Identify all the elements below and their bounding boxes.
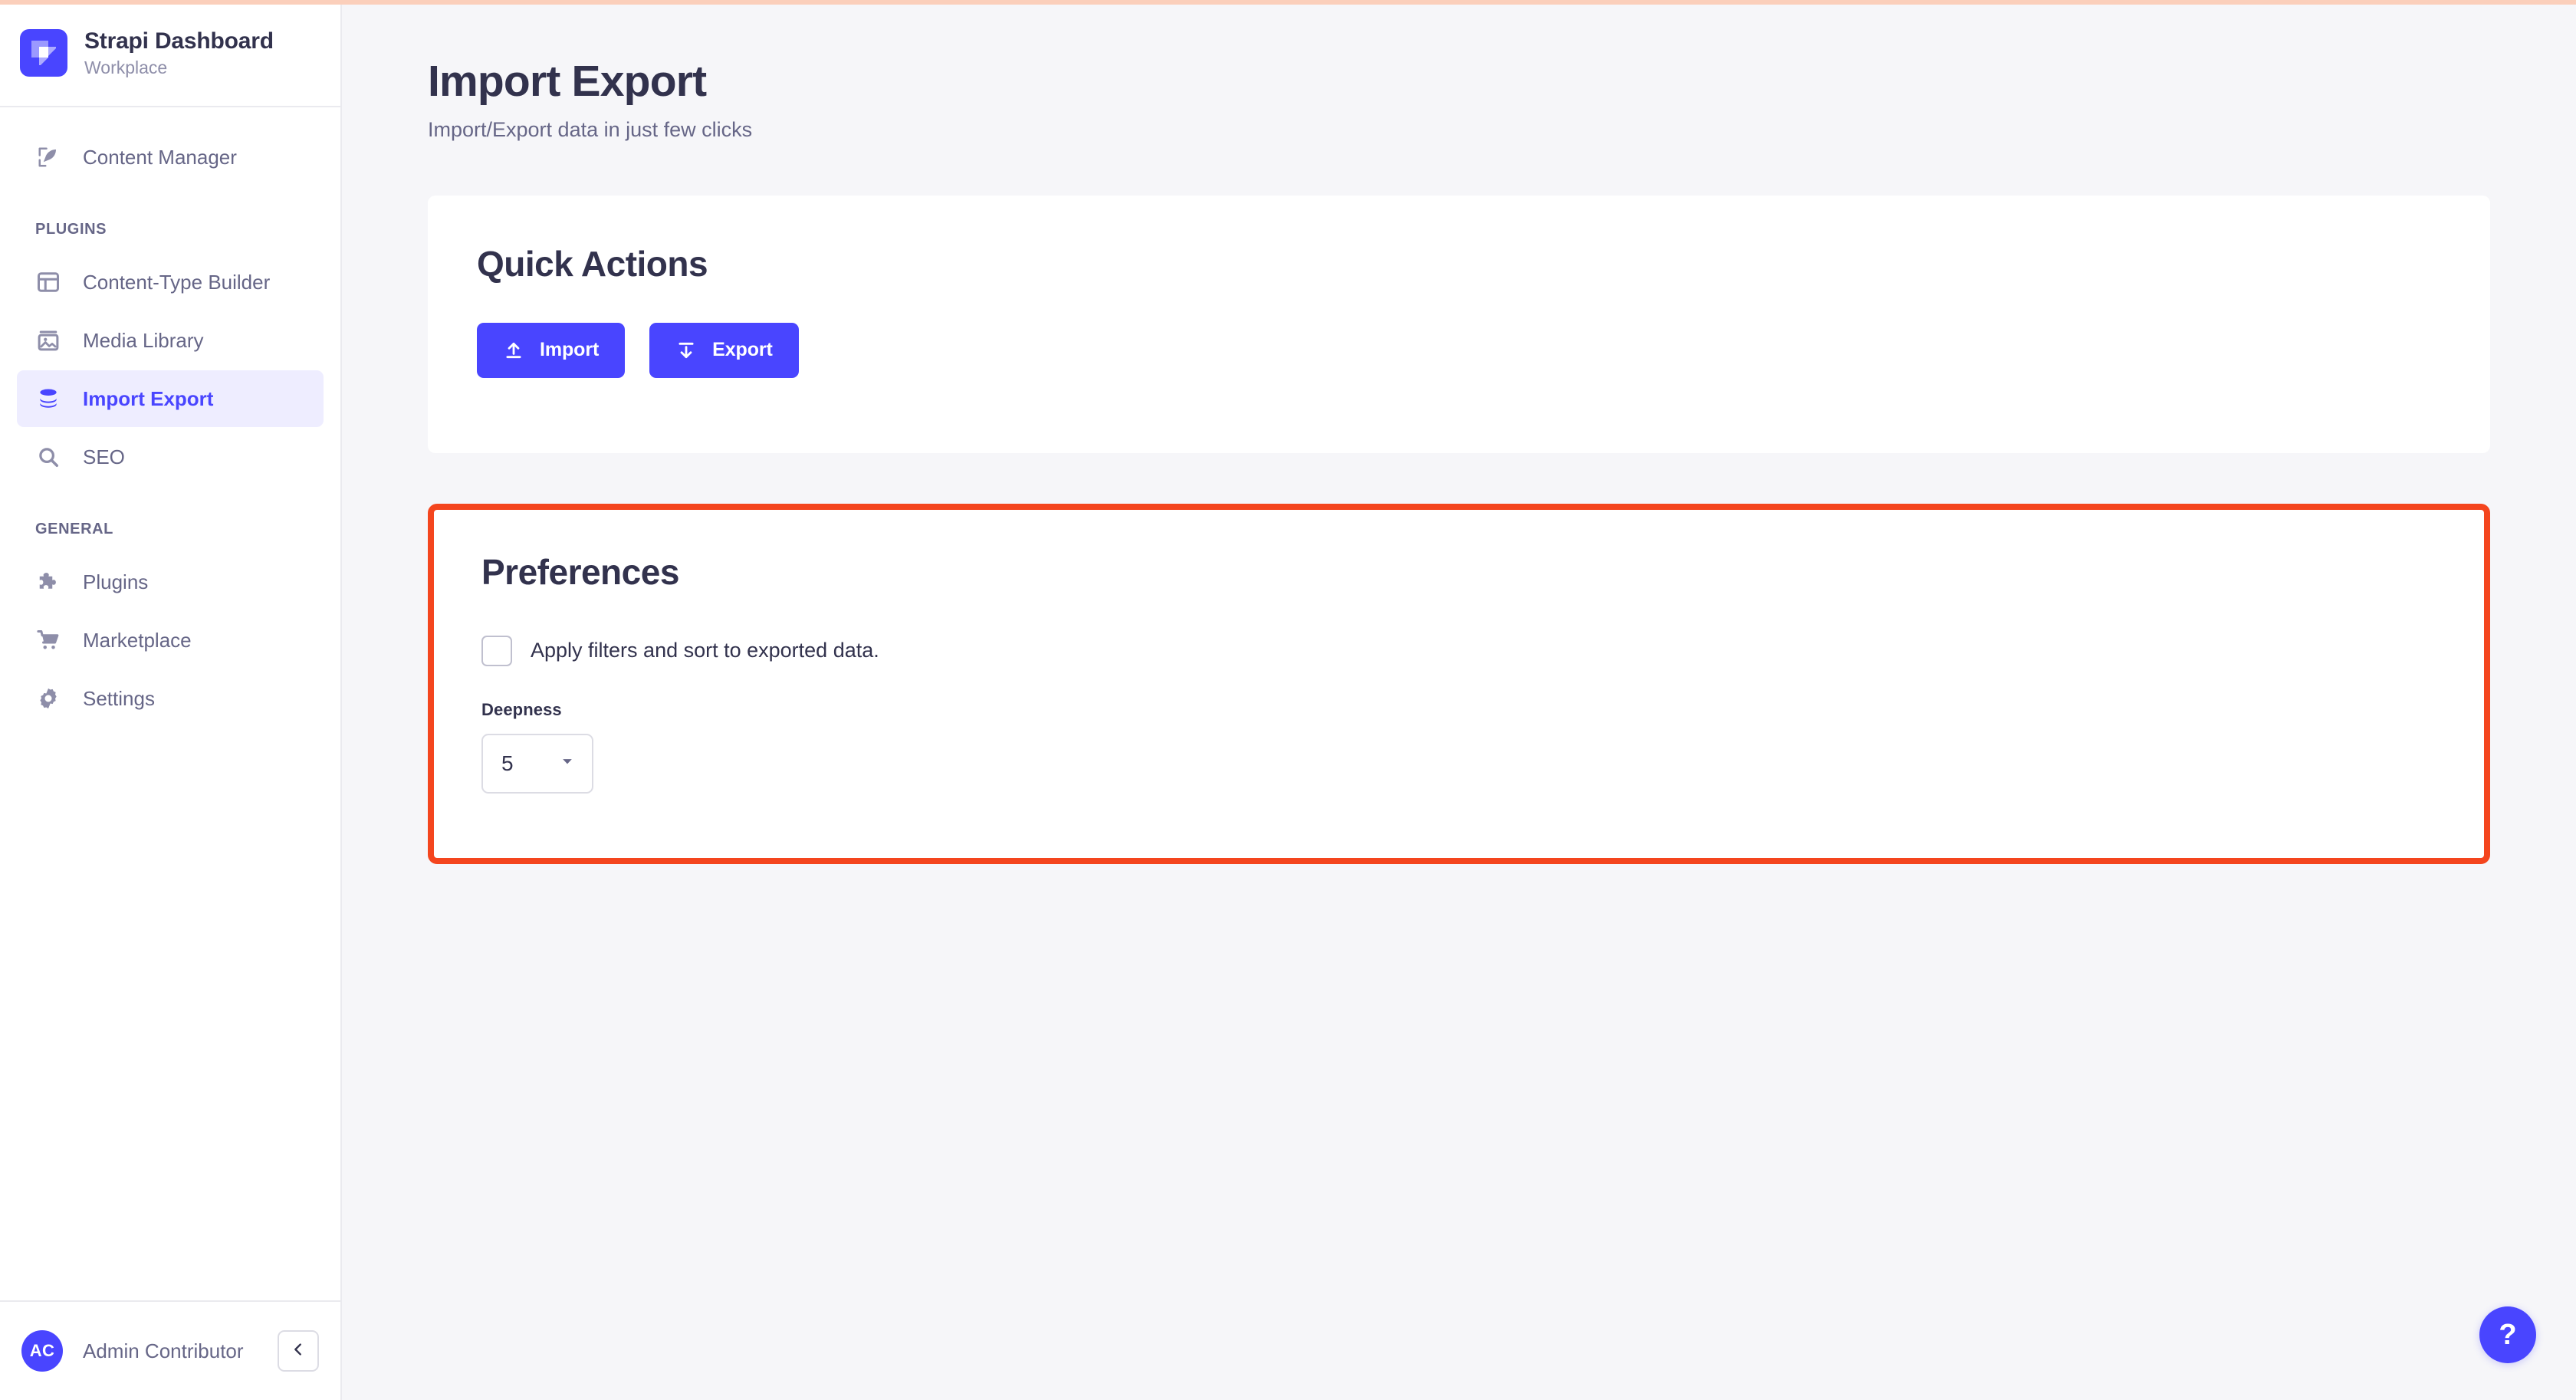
import-button[interactable]: Import — [477, 322, 626, 378]
quick-actions-card: Quick Actions Import Export — [428, 195, 2490, 453]
sidebar-item-marketplace[interactable]: Marketplace — [17, 612, 324, 669]
deepness-field-group: Deepness 5 — [481, 700, 2429, 794]
user-name: Admin Contributor — [83, 1339, 244, 1362]
question-mark-icon: ? — [2499, 1318, 2517, 1351]
preferences-card: Preferences Apply filters and sort to ex… — [428, 503, 2490, 864]
deepness-select[interactable]: 5 — [481, 733, 593, 794]
chevron-left-icon — [290, 1341, 307, 1362]
export-button-label: Export — [712, 339, 773, 361]
apply-filters-row: Apply filters and sort to exported data. — [481, 635, 2429, 666]
sidebar-item-label: SEO — [83, 445, 125, 468]
sidebar-item-content-type-builder[interactable]: Content-Type Builder — [17, 254, 324, 311]
export-button[interactable]: Export — [649, 322, 799, 378]
sidebar-item-label: Plugins — [83, 570, 149, 593]
sidebar-item-import-export[interactable]: Import Export — [17, 370, 324, 427]
page-subtitle: Import/Export data in just few clicks — [428, 117, 753, 141]
import-button-label: Import — [540, 339, 600, 361]
brand-subtitle: Workplace — [84, 57, 168, 77]
main-content: Import Export Import/Export data in just… — [342, 0, 2576, 1400]
sidebar-section-plugins: PLUGINS — [35, 221, 107, 238]
sidebar-section-general: GENERAL — [35, 521, 113, 537]
download-arrow-icon — [675, 340, 697, 361]
sidebar: Strapi Dashboard Workplace Content Manag… — [0, 0, 342, 1400]
sidebar-item-label: Marketplace — [83, 628, 192, 652]
sidebar-item-content-manager[interactable]: Content Manager — [17, 129, 324, 186]
apply-filters-label[interactable]: Apply filters and sort to exported data. — [531, 639, 879, 662]
gear-icon — [35, 685, 61, 712]
sidebar-nav: Content Manager PLUGINS Content-Type Bui… — [0, 107, 340, 1300]
strapi-logo-icon — [20, 29, 67, 77]
sidebar-item-label: Settings — [83, 686, 155, 710]
page-title: Import Export — [428, 57, 707, 106]
layout-grid-icon — [35, 269, 61, 295]
shopping-cart-icon — [35, 627, 61, 653]
sidebar-item-label: Import Export — [83, 386, 214, 410]
brand-header[interactable]: Strapi Dashboard Workplace — [0, 0, 340, 107]
sidebar-item-plugins[interactable]: Plugins — [17, 554, 324, 610]
brand-title: Strapi Dashboard — [84, 28, 274, 54]
deepness-value: 5 — [501, 751, 514, 775]
puzzle-piece-icon — [35, 569, 61, 595]
avatar[interactable]: AC — [21, 1330, 63, 1372]
quick-actions-button-group: Import Export — [477, 322, 2435, 378]
help-button[interactable]: ? — [2479, 1306, 2536, 1363]
sidebar-item-media-library[interactable]: Media Library — [17, 312, 324, 369]
image-icon — [35, 327, 61, 353]
database-stack-icon — [35, 386, 61, 412]
search-icon — [35, 444, 61, 470]
sidebar-item-label: Content-Type Builder — [83, 270, 271, 294]
app-root: Strapi Dashboard Workplace Content Manag… — [0, 0, 2576, 1400]
chevron-down-icon — [560, 754, 575, 773]
preferences-title: Preferences — [481, 551, 679, 592]
sidebar-item-label: Media Library — [83, 328, 204, 352]
upload-arrow-icon — [503, 340, 524, 361]
feather-pen-icon — [35, 144, 61, 170]
sidebar-item-label: Content Manager — [83, 145, 237, 169]
apply-filters-checkbox[interactable] — [481, 635, 512, 666]
sidebar-item-seo[interactable]: SEO — [17, 429, 324, 485]
deepness-label: Deepness — [481, 699, 562, 719]
sidebar-user-bar: AC Admin Contributor — [0, 1300, 340, 1400]
quick-actions-title: Quick Actions — [477, 243, 708, 284]
top-accent-strip — [0, 0, 2576, 5]
sidebar-collapse-button[interactable] — [278, 1330, 319, 1372]
sidebar-item-settings[interactable]: Settings — [17, 670, 324, 727]
page-header: Import Export Import/Export data in just… — [342, 0, 2576, 142]
